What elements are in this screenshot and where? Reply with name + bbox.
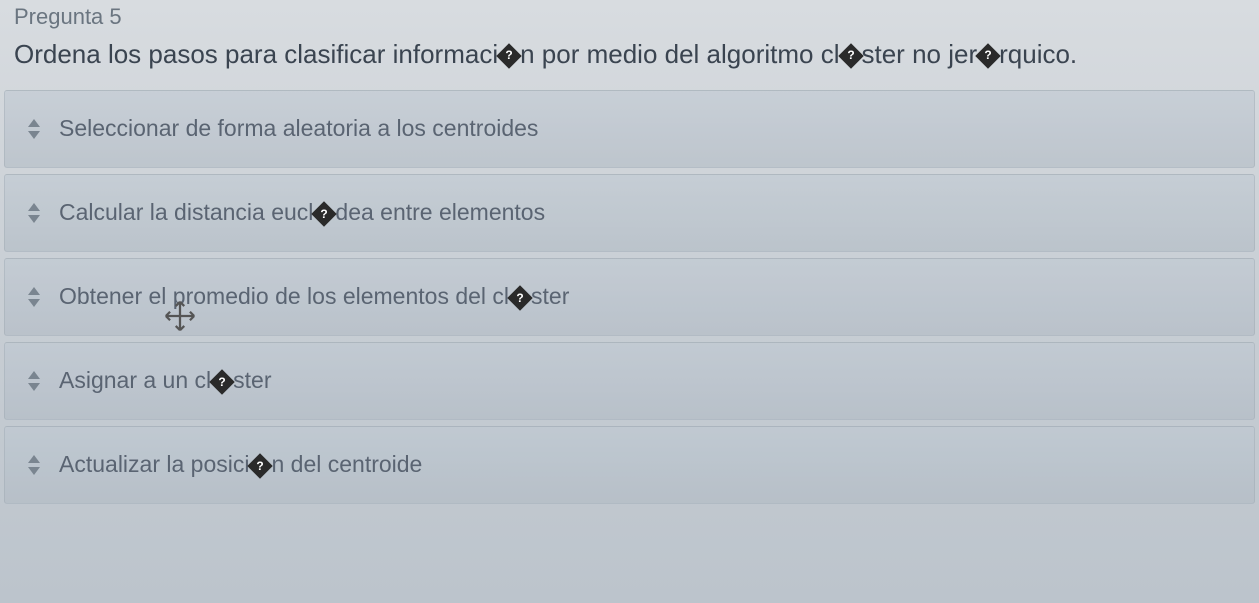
item-text-part: Asignar a un cl (59, 367, 211, 393)
list-item-label: Actualizar la posici n del centroide (59, 451, 422, 479)
item-text-part: n del centroide (271, 451, 422, 477)
list-item-label: Calcular la distancia eucl dea entre elem… (59, 199, 545, 227)
list-item[interactable]: Obtener el promedio de los elementos del… (4, 258, 1255, 336)
question-text-part: n por medio del algoritmo cl (520, 39, 839, 69)
sortable-list[interactable]: Seleccionar de forma aleatoria a los cen… (0, 90, 1259, 504)
item-text-part: ster (531, 283, 569, 309)
list-item-label: Seleccionar de forma aleatoria a los cen… (59, 115, 538, 143)
encoding-glyph-icon (248, 453, 273, 478)
item-text-part: ster (233, 367, 271, 393)
question-text: Ordena los pasos para clasificar informa… (0, 38, 1259, 90)
item-text-part: Obtener el promedio de los elementos del… (59, 283, 509, 309)
list-item[interactable]: Seleccionar de forma aleatoria a los cen… (4, 90, 1255, 168)
encoding-glyph-icon (209, 369, 234, 394)
item-text-part: Actualizar la posici (59, 451, 249, 477)
question-text-part: ster no jer (862, 39, 978, 69)
encoding-glyph-icon (312, 201, 337, 226)
list-item[interactable]: Calcular la distancia eucl dea entre elem… (4, 174, 1255, 252)
item-text-part: Seleccionar de forma aleatoria a los cen… (59, 115, 538, 141)
item-text-part: dea entre elementos (335, 199, 545, 225)
encoding-glyph-icon (507, 285, 532, 310)
list-item[interactable]: Asignar a un cl ster (4, 342, 1255, 420)
encoding-glyph-icon (838, 43, 863, 68)
drag-handle-icon[interactable] (23, 455, 45, 475)
drag-handle-icon[interactable] (23, 119, 45, 139)
drag-handle-icon[interactable] (23, 287, 45, 307)
question-text-part: rquico. (999, 39, 1077, 69)
encoding-glyph-icon (496, 43, 521, 68)
encoding-glyph-icon (975, 43, 1000, 68)
drag-handle-icon[interactable] (23, 371, 45, 391)
item-text-part: Calcular la distancia eucl (59, 199, 313, 225)
question-number: Pregunta 5 (0, 0, 1259, 38)
drag-handle-icon[interactable] (23, 203, 45, 223)
question-text-part: Ordena los pasos para clasificar informa… (14, 39, 498, 69)
list-item[interactable]: Actualizar la posici n del centroide (4, 426, 1255, 504)
list-item-label: Obtener el promedio de los elementos del… (59, 283, 569, 311)
list-item-label: Asignar a un cl ster (59, 367, 271, 395)
